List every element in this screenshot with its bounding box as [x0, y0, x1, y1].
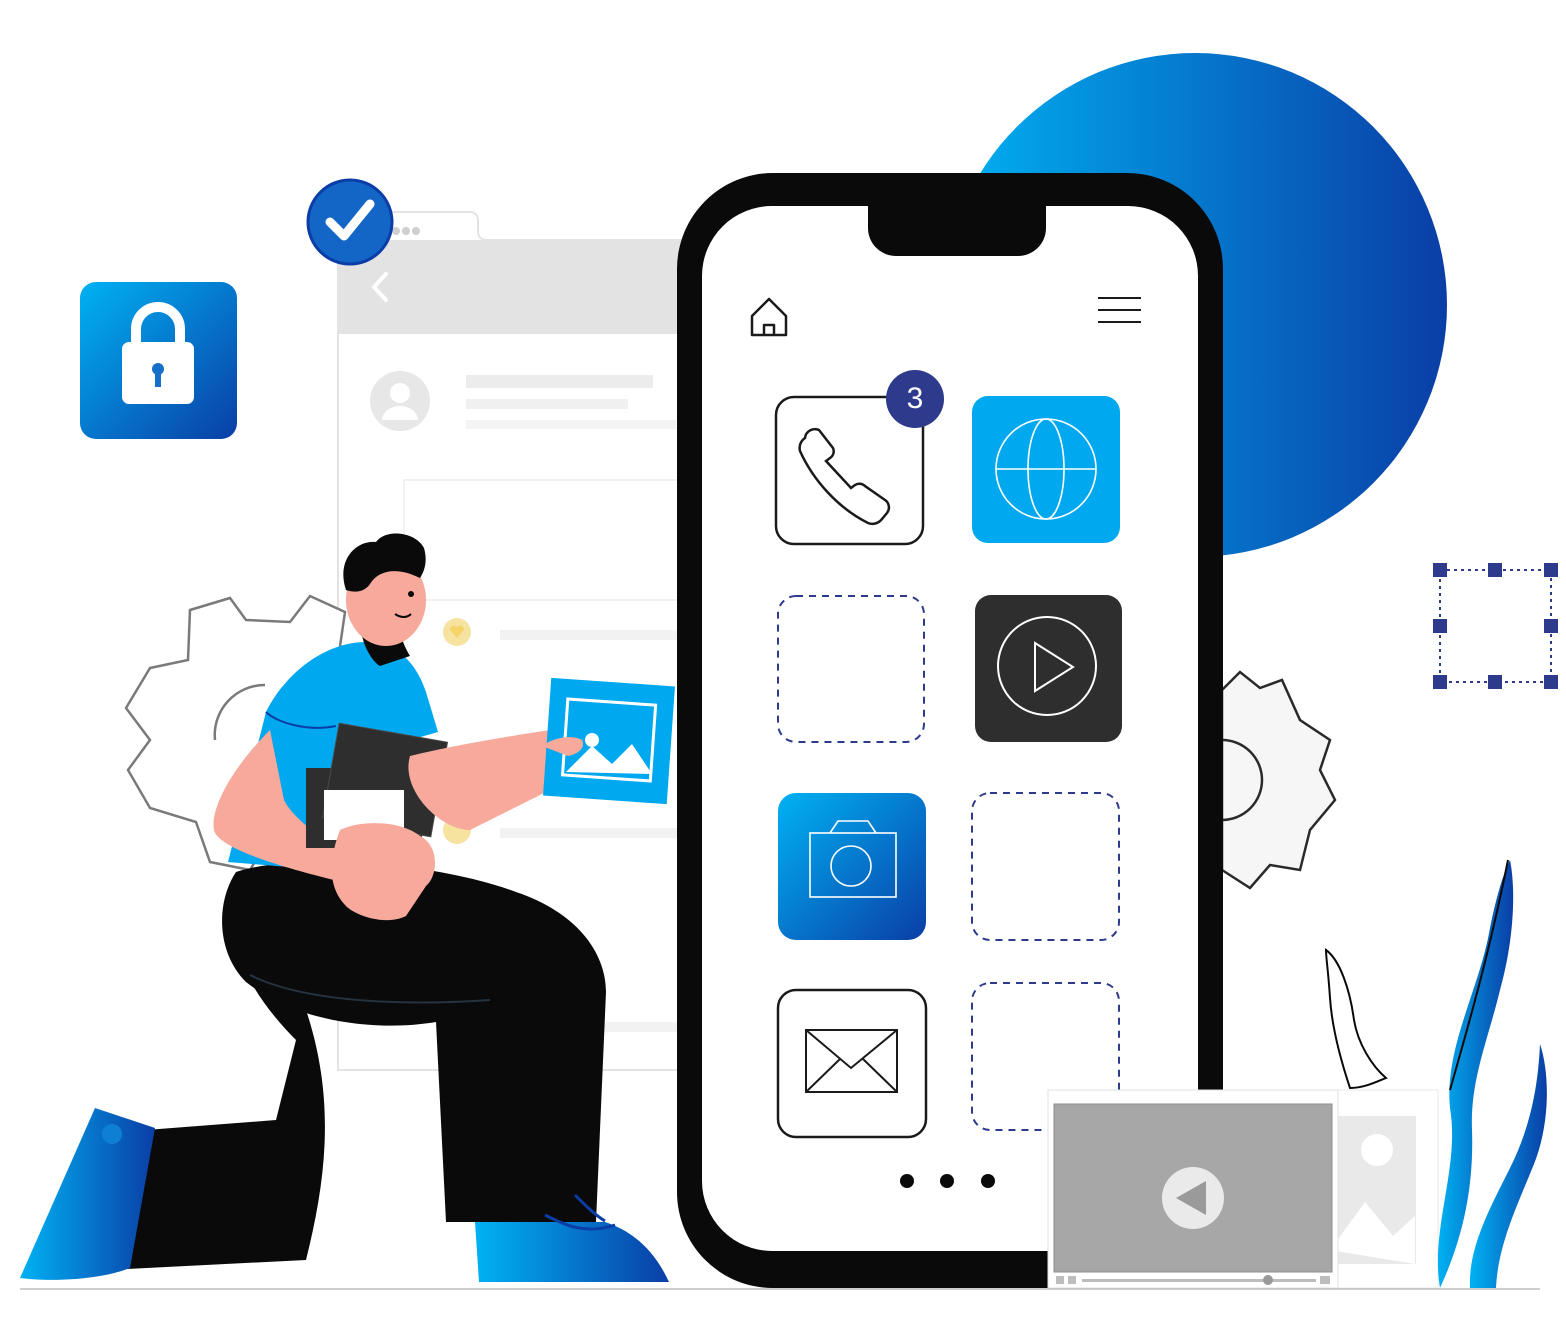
selection-handles [1433, 563, 1558, 689]
app-camera [778, 793, 926, 940]
app-video [975, 595, 1122, 742]
gear-icon [1220, 670, 1337, 890]
illustration [20, 53, 1558, 1290]
video-player-card [1047, 1089, 1339, 1289]
app-mail [776, 988, 928, 1139]
notification-badge: 3 [886, 370, 944, 428]
app-browser [972, 396, 1120, 543]
lock-tile [80, 282, 237, 439]
check-icon [306, 178, 394, 266]
